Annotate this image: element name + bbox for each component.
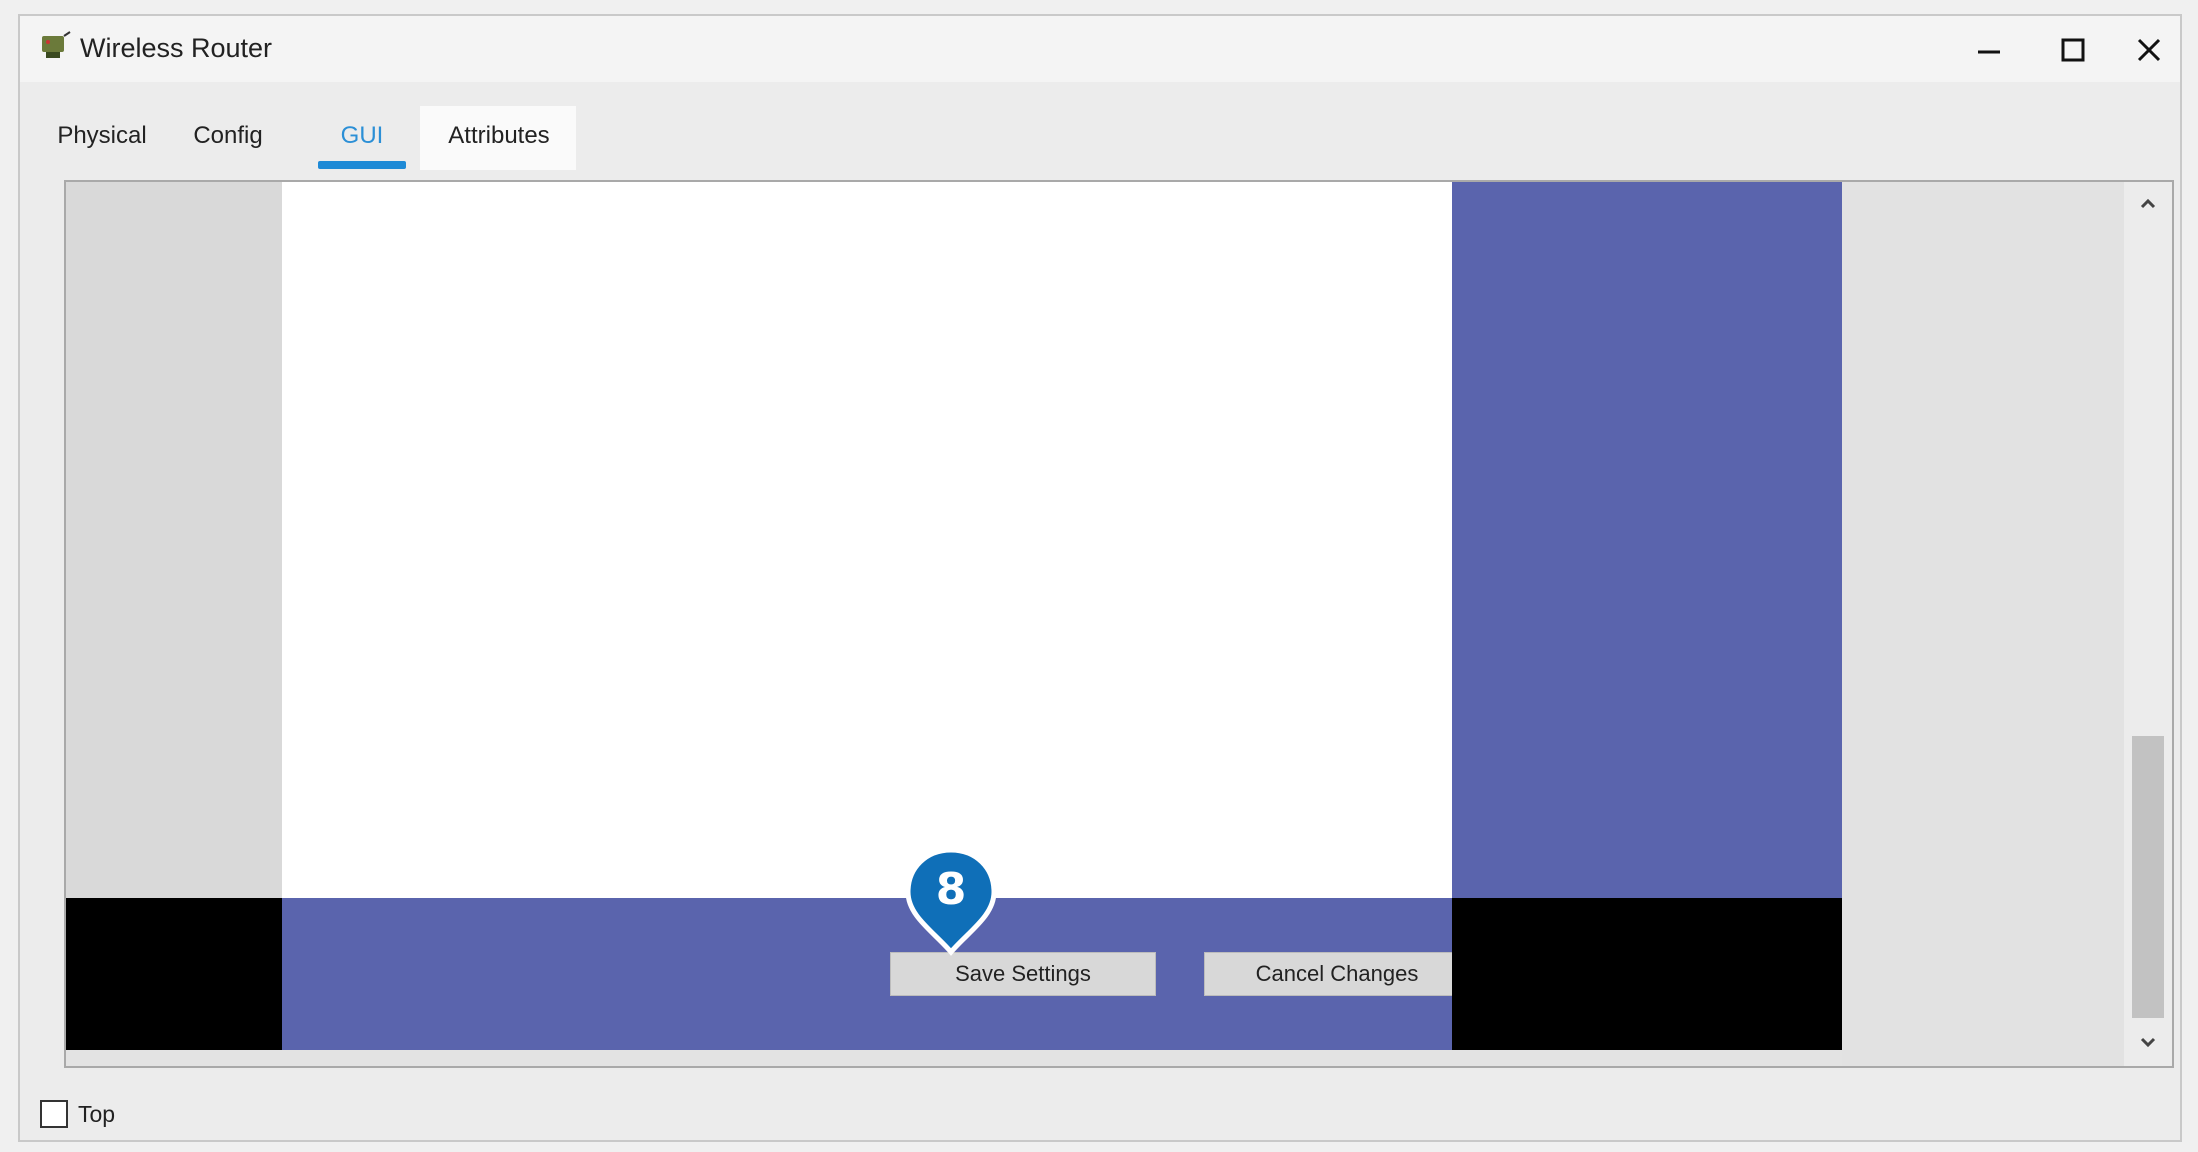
top-checkbox-label: Top — [78, 1101, 116, 1127]
bottom-left-black-region — [66, 898, 282, 1050]
title-bar[interactable]: Wireless Router — [20, 16, 2180, 82]
window-title: Wireless Router — [80, 33, 273, 63]
close-button[interactable] — [2114, 24, 2184, 76]
minimize-icon — [1978, 50, 2000, 54]
tab-attributes[interactable]: Attributes — [424, 104, 574, 170]
settings-panel — [282, 182, 1452, 898]
tab-strip: Physical Config GUI Attributes — [40, 104, 576, 170]
top-checkbox[interactable] — [40, 1100, 68, 1128]
step-marker-badge: 8 — [904, 846, 998, 958]
minimize-button[interactable] — [1954, 24, 2024, 76]
tab-physical[interactable]: Physical — [46, 104, 158, 170]
vertical-scrollbar[interactable] — [2124, 182, 2172, 1066]
right-blue-region — [1452, 182, 1842, 898]
action-bar: Save Settings Cancel Changes — [282, 898, 1470, 1050]
wireless-router-window: Wireless Router Physical Config GUI Attr… — [18, 14, 2182, 1142]
bottom-right-black-region — [1452, 898, 1842, 1050]
tab-config[interactable]: Config — [178, 104, 278, 170]
maximize-button[interactable] — [2038, 24, 2108, 76]
save-settings-button[interactable]: Save Settings — [890, 952, 1156, 996]
router-app-icon — [42, 31, 71, 58]
close-icon — [2137, 38, 2161, 62]
scrollbar-thumb[interactable] — [2132, 736, 2164, 1018]
step-number: 8 — [935, 864, 967, 915]
left-gray-region — [66, 182, 282, 898]
scroll-down-icon[interactable] — [2136, 1030, 2160, 1054]
cancel-changes-button[interactable]: Cancel Changes — [1204, 952, 1470, 996]
gui-content-frame: Save Settings Cancel Changes — [64, 180, 2174, 1068]
maximize-icon — [2061, 38, 2085, 62]
active-tab-indicator — [318, 161, 406, 169]
scroll-up-icon[interactable] — [2136, 192, 2160, 216]
far-right-gray-region — [1842, 182, 2124, 1066]
